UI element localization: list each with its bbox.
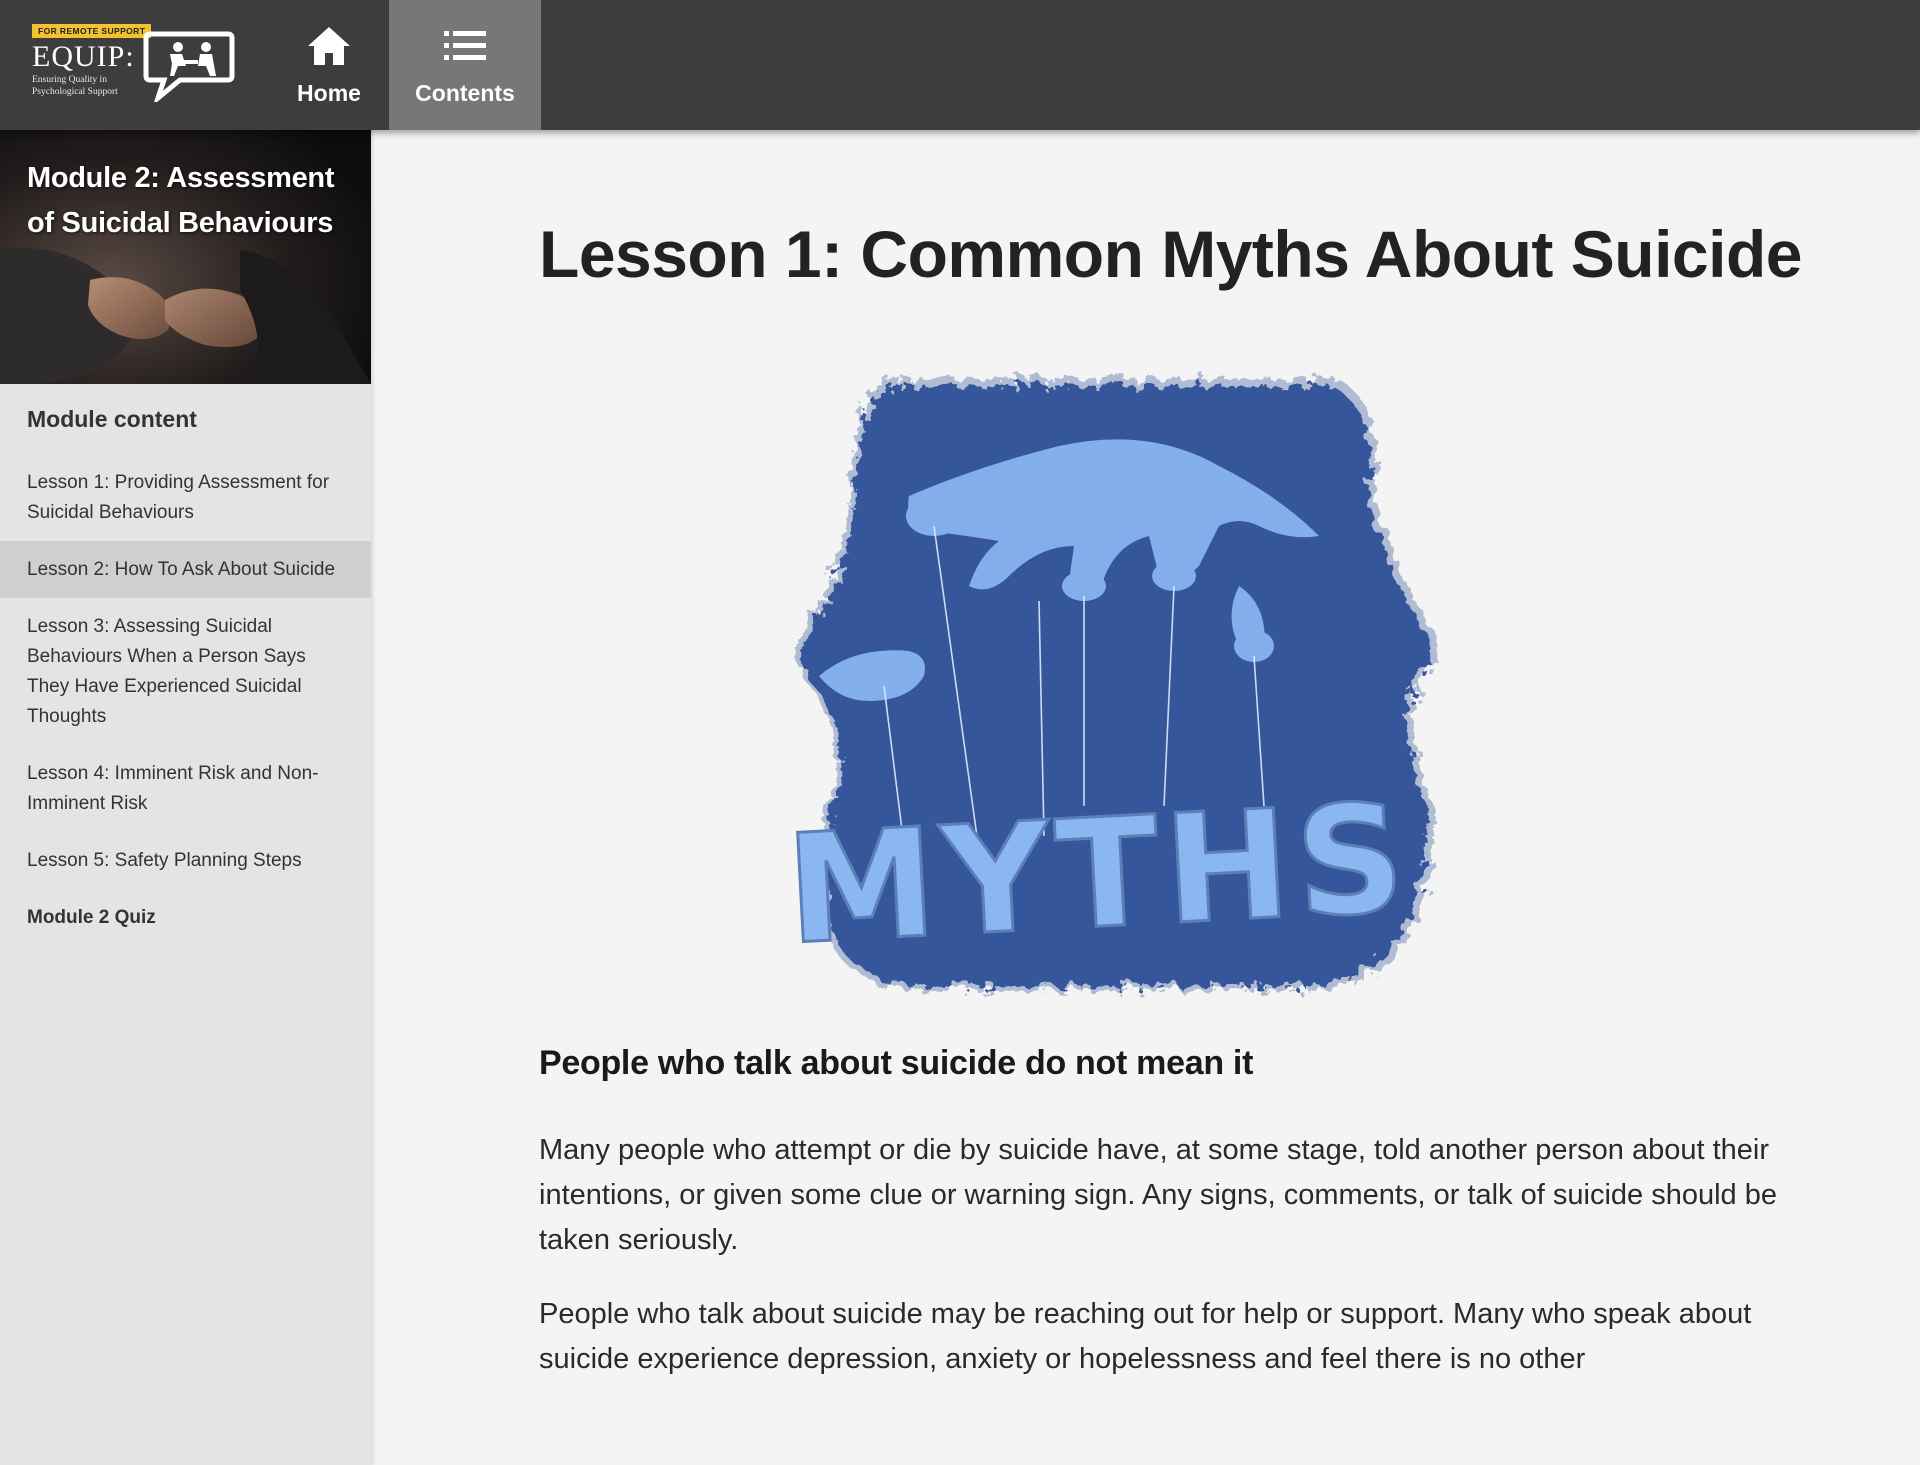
logo-wordmark: EQUIP: <box>32 40 135 73</box>
sidebar-item-lesson-2[interactable]: Lesson 2: How To Ask About Suicide <box>0 541 371 598</box>
sidebar-item-lesson-3[interactable]: Lesson 3: Assessing Suicidal Behaviours … <box>0 598 371 745</box>
home-button[interactable]: Home <box>280 0 378 130</box>
module-banner: Module 2: Assessment of Suicidal Behavio… <box>0 130 371 384</box>
equip-logo[interactable]: FOR REMOTE SUPPORT EQUIP: Ensuring Quali… <box>32 24 240 106</box>
sidebar: Module 2: Assessment of Suicidal Behavio… <box>0 130 371 1465</box>
home-label: Home <box>297 80 361 106</box>
sidebar-item-lesson-4[interactable]: Lesson 4: Imminent Risk and Non-Imminent… <box>0 745 371 832</box>
sidebar-item-module-quiz[interactable]: Module 2 Quiz <box>0 889 371 946</box>
myth-heading: People who talk about suicide do not mea… <box>539 1044 1254 1082</box>
top-bar: FOR REMOTE SUPPORT EQUIP: Ensuring Quali… <box>0 0 1920 130</box>
paragraph-2: People who talk about suicide may be rea… <box>539 1298 1752 1375</box>
module-title: Module 2: Assessment of Suicidal Behavio… <box>27 162 335 239</box>
logo-tagline: FOR REMOTE SUPPORT <box>32 24 152 38</box>
contents-label: Contents <box>415 80 515 106</box>
lesson-list: Lesson 1: Providing Assessment for Suici… <box>0 454 371 946</box>
list-icon <box>444 31 486 60</box>
sidebar-item-lesson-1[interactable]: Lesson 1: Providing Assessment for Suici… <box>0 454 371 541</box>
module-content-heading: Module content <box>27 406 197 432</box>
home-icon <box>308 27 350 65</box>
myths-illustration: MYTHS <box>781 378 1438 991</box>
paragraph-1: Many people who attempt or die by suicid… <box>539 1134 1777 1256</box>
contents-button[interactable]: Contents <box>389 0 541 130</box>
logo-subtitle: Ensuring Quality in Psychological Suppor… <box>32 75 118 97</box>
speech-bubble-people-icon <box>143 31 235 102</box>
myths-text: MYTHS <box>782 772 1414 978</box>
page-title: Lesson 1: Common Myths About Suicide <box>539 217 1802 291</box>
sidebar-item-lesson-5[interactable]: Lesson 5: Safety Planning Steps <box>0 832 371 889</box>
